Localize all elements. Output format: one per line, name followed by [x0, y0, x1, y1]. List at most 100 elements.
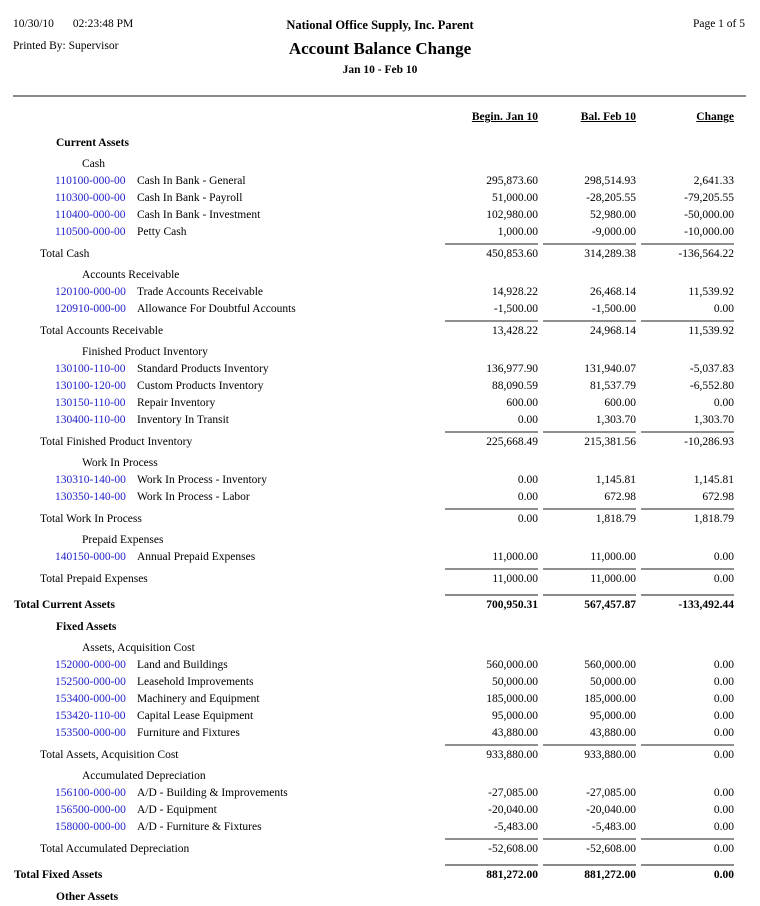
amount-cell: 2,641.33: [636, 173, 734, 190]
account-label: 110500-000-00Petty Cash: [13, 224, 440, 241]
account-description: Furniture and Fixtures: [137, 727, 240, 739]
group-title: Work In Process: [13, 455, 734, 472]
account-link[interactable]: 153400-000-00: [55, 691, 137, 708]
amount-cell: 52,980.00: [538, 207, 636, 224]
account-link[interactable]: 110500-000-00: [55, 224, 137, 241]
account-row: 152500-000-00Leasehold Improvements 50,00…: [13, 674, 734, 691]
account-link[interactable]: 120910-000-00: [55, 301, 137, 318]
account-label: 153400-000-00Machinery and Equipment: [13, 691, 440, 708]
account-link[interactable]: 130100-120-00: [55, 378, 137, 395]
group-title: Cash: [13, 156, 734, 173]
account-link[interactable]: 152000-000-00: [55, 657, 137, 674]
amount-cell: 672.98: [538, 489, 636, 506]
account-link[interactable]: 140150-000-00: [55, 549, 137, 566]
group-title-label: Finished Product Inventory: [40, 344, 440, 361]
amount-cell: 1,818.79: [641, 508, 734, 528]
amount-cell: 1,145.81: [538, 472, 636, 489]
amount-cell: 11,539.92: [636, 284, 734, 301]
group-total-label: Total Accumulated Depreciation: [13, 841, 440, 858]
account-description: Petty Cash: [137, 226, 187, 238]
account-link[interactable]: 110100-000-00: [55, 173, 137, 190]
account-description: Inventory In Transit: [137, 414, 229, 426]
account-link[interactable]: 130150-110-00: [55, 395, 137, 412]
section-total-row: Total Current Assets700,950.31567,457.87…: [13, 594, 734, 614]
account-link[interactable]: 110400-000-00: [55, 207, 137, 224]
account-label: 156500-000-00A/D - Equipment: [13, 802, 440, 819]
amount-cell: 0.00: [440, 412, 538, 429]
account-description: Work In Process - Labor: [137, 491, 250, 503]
account-link[interactable]: 153420-110-00: [55, 708, 137, 725]
account-row: 120910-000-00Allowance For Doubtful Acco…: [13, 301, 734, 318]
account-row: 158000-000-00A/D - Furniture & Fixtures-…: [13, 819, 734, 836]
section-title: Current Assets: [13, 135, 734, 152]
amount-cell: 11,539.92: [641, 320, 734, 340]
amount-cell: -50,000.00: [636, 207, 734, 224]
group-total-label: Total Accounts Receivable: [13, 323, 440, 340]
account-link[interactable]: 156100-000-00: [55, 785, 137, 802]
account-description: Annual Prepaid Expenses: [137, 551, 255, 563]
amount-cell: 13,428.22: [445, 320, 538, 340]
amount-cell: -9,000.00: [538, 224, 636, 241]
account-description: Leasehold Improvements: [137, 676, 254, 688]
amount-cell: 50,000.00: [538, 674, 636, 691]
account-link[interactable]: 153500-000-00: [55, 725, 137, 742]
account-row: 110300-000-00Cash In Bank - Payroll51,00…: [13, 190, 734, 207]
amount-cell: 314,289.38: [543, 243, 636, 263]
report-page: 10/30/1002:23:48 PM Printed By: Supervis…: [0, 0, 760, 886]
account-link[interactable]: 158000-000-00: [55, 819, 137, 836]
account-label: 130100-120-00Custom Products Inventory: [13, 378, 440, 395]
amount-cell: 14,928.22: [440, 284, 538, 301]
amount-cell: 185,000.00: [538, 691, 636, 708]
amount-cell: -5,483.00: [440, 819, 538, 836]
amount-cell: 881,272.00: [445, 864, 538, 884]
group-total-label: Total Cash: [13, 246, 440, 263]
amount-cell: 560,000.00: [440, 657, 538, 674]
amount-cell: 81,537.79: [538, 378, 636, 395]
amount-cell: 298,514.93: [538, 173, 636, 190]
amount-cell: 1,145.81: [636, 472, 734, 489]
amount-cell: -6,552.80: [636, 378, 734, 395]
amount-cell: 185,000.00: [440, 691, 538, 708]
amount-cell: 215,381.56: [543, 431, 636, 451]
group-total-row: Total Accounts Receivable 13,428.2224,968…: [13, 320, 734, 340]
section-total-row: Total Fixed Assets881,272.00881,272.000.…: [13, 864, 734, 884]
group-title: Finished Product Inventory: [13, 344, 734, 361]
column-header-begin: Begin. Jan 10: [440, 108, 538, 126]
group-title: Accumulated Depreciation: [13, 768, 734, 785]
column-headers: Begin. Jan 10 Bal. Feb 10 Change: [13, 108, 734, 126]
amount-cell: -1,500.00: [538, 301, 636, 318]
account-row: 156100-000-00A/D - Building & Improvemen…: [13, 785, 734, 802]
account-label: 120910-000-00Allowance For Doubtful Acco…: [13, 301, 440, 318]
account-link[interactable]: 152500-000-00: [55, 674, 137, 691]
account-link[interactable]: 130350-140-00: [55, 489, 137, 506]
group-total-label: Total Assets, Acquisition Cost: [13, 747, 440, 764]
amount-cell: 95,000.00: [538, 708, 636, 725]
amount-cell: 1,303.70: [538, 412, 636, 429]
account-link[interactable]: 130400-110-00: [55, 412, 137, 429]
account-label: 110400-000-00Cash In Bank - Investment: [13, 207, 440, 224]
account-label: 153500-000-00Furniture and Fixtures: [13, 725, 440, 742]
account-description: Allowance For Doubtful Accounts: [137, 303, 296, 315]
amount-cell: -79,205.55: [636, 190, 734, 207]
account-row: 130100-120-00Custom Products Inventory88…: [13, 378, 734, 395]
group-total-label: Total Work In Process: [13, 511, 440, 528]
account-row: 130100-110-00Standard Products Inventory…: [13, 361, 734, 378]
account-link[interactable]: 120100-000-00: [55, 284, 137, 301]
account-description: Cash In Bank - General: [137, 175, 246, 187]
group-total-row: Total Finished Product Inventory225,668.…: [13, 431, 734, 451]
account-row: 110500-000-00Petty Cash1,000.00-9,000.00…: [13, 224, 734, 241]
amount-cell: 0.00: [636, 395, 734, 412]
amount-cell: -52,608.00: [445, 838, 538, 858]
amount-cell: 24,968.14: [543, 320, 636, 340]
account-link[interactable]: 130100-110-00: [55, 361, 137, 378]
section-title: Fixed Assets: [13, 619, 734, 636]
account-link[interactable]: 156500-000-00: [55, 802, 137, 819]
account-link[interactable]: 130310-140-00: [55, 472, 137, 489]
account-link[interactable]: 110300-000-00: [55, 190, 137, 207]
group-title-label: Assets, Acquisition Cost: [40, 640, 440, 657]
amount-cell: -5,037.83: [636, 361, 734, 378]
group-total-label: Total Prepaid Expenses: [13, 571, 440, 588]
group-total-label: Total Finished Product Inventory: [13, 434, 440, 451]
amount-cell: 0.00: [440, 489, 538, 506]
group-title: Assets, Acquisition Cost: [13, 640, 734, 657]
